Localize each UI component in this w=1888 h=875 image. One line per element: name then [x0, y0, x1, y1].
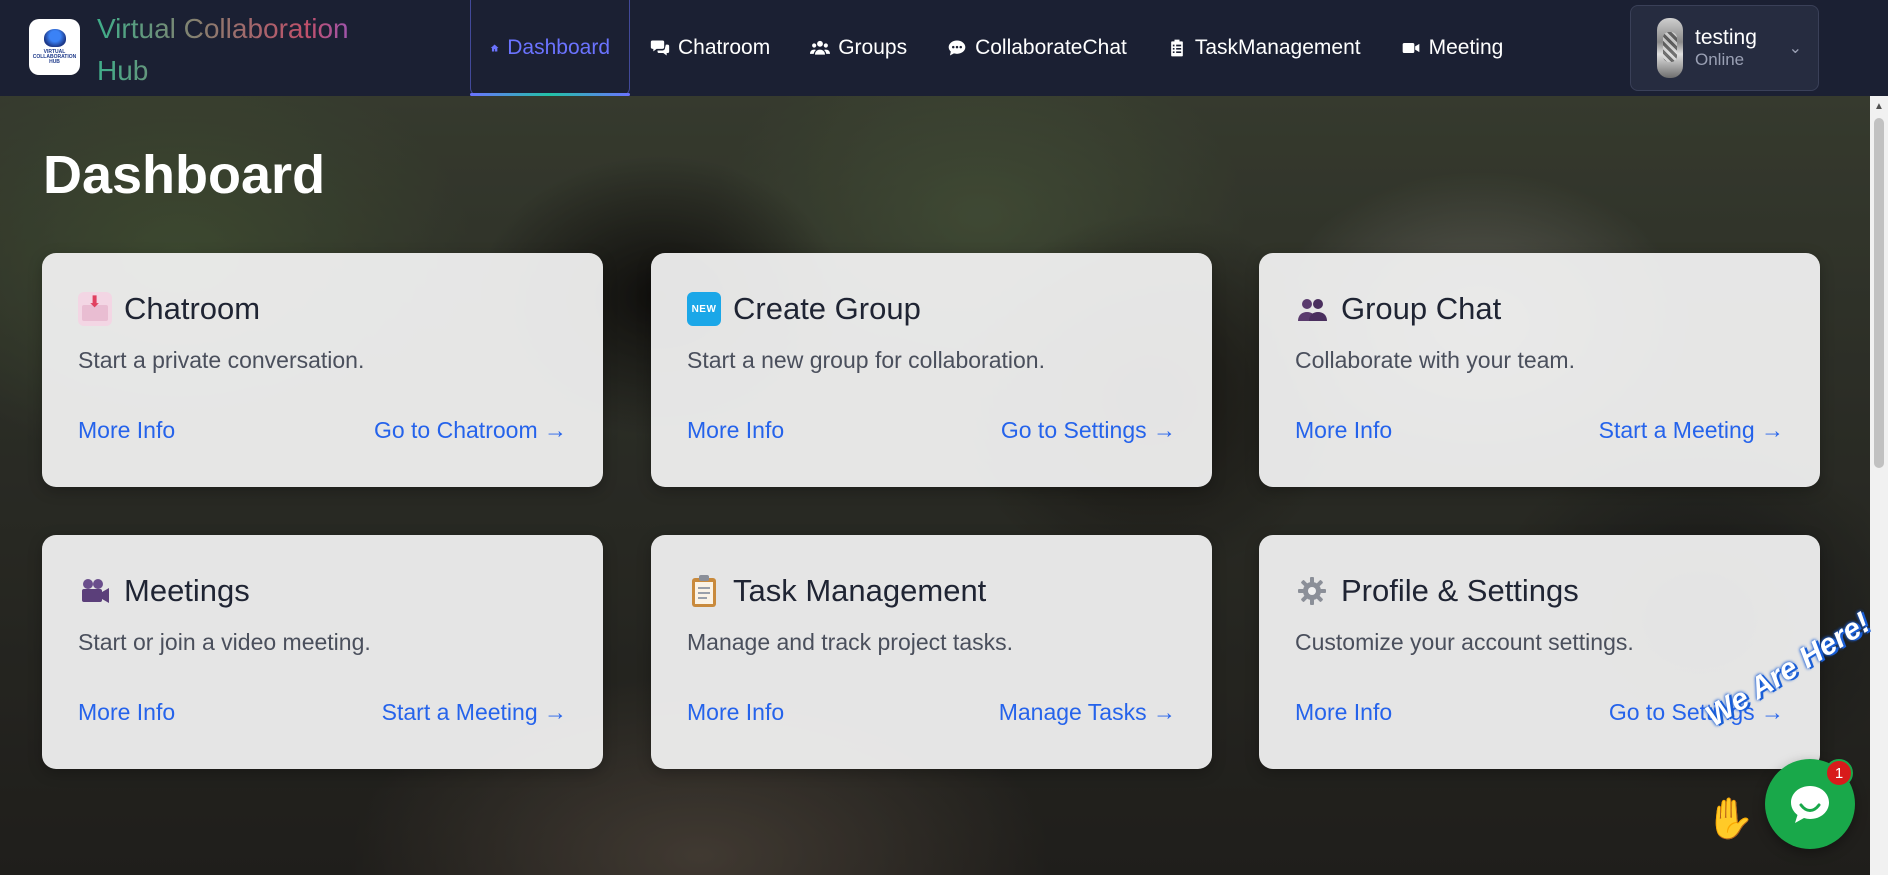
card-title: Create Group: [733, 291, 921, 326]
nav-taskmanagement-label: TaskManagement: [1194, 36, 1361, 59]
page-title: Dashboard: [43, 145, 326, 205]
card-title: Task Management: [733, 573, 987, 608]
busts-icon: [1295, 292, 1329, 326]
brand-name[interactable]: Virtual Collaboration Hub: [97, 8, 397, 92]
card-header: Chatroom: [78, 291, 260, 327]
nav-groups[interactable]: Groups: [790, 0, 927, 96]
scroll-thumb[interactable]: [1874, 118, 1884, 468]
start-meeting-link[interactable]: Start a Meeting →: [1599, 417, 1784, 444]
card-header: NEW Create Group: [687, 291, 921, 327]
more-info-link[interactable]: More Info: [1295, 699, 1392, 726]
card-description: Manage and track project tasks.: [687, 629, 1013, 655]
card-title: Meetings: [124, 573, 250, 608]
chat-bubbles-icon: [650, 40, 670, 56]
home-icon: [490, 44, 499, 52]
card-header: Group Chat: [1295, 291, 1501, 327]
more-info-link[interactable]: More Info: [78, 699, 175, 726]
top-navbar: VIRTUAL COLLABORATION HUB Virtual Collab…: [0, 0, 1888, 96]
nav-taskmanagement[interactable]: TaskManagement: [1147, 0, 1381, 96]
card-description: Start a private conversation.: [78, 347, 365, 373]
chevron-down-icon: ⌄: [1788, 40, 1802, 57]
gear-icon: [1295, 574, 1329, 608]
nav-dashboard-label: Dashboard: [507, 36, 610, 59]
card-meetings: Meetings Start or join a video meeting. …: [42, 535, 603, 769]
users-icon: [810, 40, 831, 55]
card-description: Customize your account settings.: [1295, 629, 1634, 655]
nav-meeting-label: Meeting: [1428, 36, 1504, 59]
waving-hand-icon: ✋: [1705, 797, 1755, 841]
notification-badge: 1: [1825, 759, 1853, 787]
new-badge-icon: NEW: [687, 292, 721, 326]
nav-dashboard[interactable]: Dashboard: [470, 0, 630, 96]
card-header: Meetings: [78, 573, 250, 609]
incoming-envelope-icon: [78, 292, 112, 326]
user-status: Online: [1695, 50, 1745, 69]
card-chatroom: Chatroom Start a private conversation. M…: [42, 253, 603, 487]
card-title: Profile & Settings: [1341, 573, 1579, 608]
more-info-link[interactable]: More Info: [687, 417, 784, 444]
scroll-up-arrow-icon[interactable]: ▲: [1870, 100, 1888, 114]
clipboard-icon: [687, 574, 721, 608]
start-meeting-link[interactable]: Start a Meeting →: [382, 699, 567, 726]
nav-groups-label: Groups: [838, 36, 908, 59]
nav-collaboratechat-label: CollaborateChat: [975, 36, 1127, 59]
go-to-chatroom-link[interactable]: Go to Chatroom →: [374, 417, 567, 444]
nav-meeting[interactable]: Meeting: [1381, 0, 1524, 96]
card-group-chat: Group Chat Collaborate with your team. M…: [1259, 253, 1820, 487]
more-info-link[interactable]: More Info: [687, 699, 784, 726]
logo-text: VIRTUAL COLLABORATION HUB: [32, 49, 77, 65]
logo-emblem-icon: [43, 29, 66, 47]
card-create-group: NEW Create Group Start a new group for c…: [651, 253, 1212, 487]
card-task-management: Task Management Manage and track project…: [651, 535, 1212, 769]
app-logo[interactable]: VIRTUAL COLLABORATION HUB: [29, 19, 80, 75]
brand-line1: Virtual Collaboration: [97, 13, 349, 44]
manage-tasks-link[interactable]: Manage Tasks →: [999, 699, 1176, 726]
video-camera-icon: [1402, 43, 1419, 53]
nav-chatroom-label: Chatroom: [678, 36, 771, 59]
comment-dots-icon: [948, 40, 966, 56]
avatar: [1657, 18, 1683, 78]
clipboard-list-icon: [1171, 39, 1183, 57]
movie-camera-icon: [78, 574, 112, 608]
brand-line2: Hub: [97, 55, 149, 86]
nav-chatroom[interactable]: Chatroom: [630, 0, 790, 96]
card-description: Start a new group for collaboration.: [687, 347, 1045, 373]
nav-collaboratechat[interactable]: CollaborateChat: [927, 0, 1147, 96]
user-info: testing Online: [1695, 26, 1757, 70]
card-title: Group Chat: [1341, 291, 1502, 326]
card-description: Collaborate with your team.: [1295, 347, 1575, 373]
page-scrollbar[interactable]: ▲: [1870, 96, 1888, 875]
card-header: Profile & Settings: [1295, 573, 1579, 609]
card-title: Chatroom: [124, 291, 261, 326]
more-info-link[interactable]: More Info: [1295, 417, 1392, 444]
more-info-link[interactable]: More Info: [78, 417, 175, 444]
card-header: Task Management: [687, 573, 986, 609]
user-name: testing: [1695, 26, 1757, 49]
go-to-settings-link[interactable]: Go to Settings →: [1001, 417, 1176, 444]
main-nav: Dashboard Chatroom Groups CollaborateCha…: [470, 0, 1523, 96]
chat-bubble-icon: [1791, 786, 1829, 823]
card-description: Start or join a video meeting.: [78, 629, 371, 655]
user-menu[interactable]: testing Online ⌄: [1630, 5, 1819, 91]
card-profile-settings: Profile & Settings Customize your accoun…: [1259, 535, 1820, 769]
